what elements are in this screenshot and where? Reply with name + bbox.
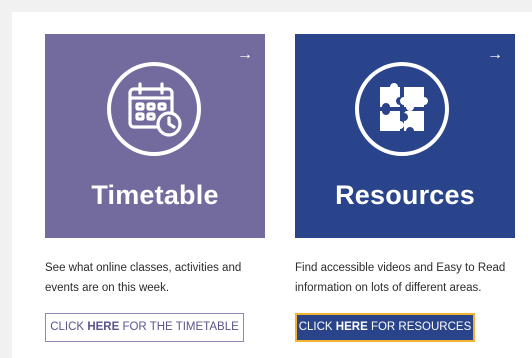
resources-tile[interactable]: → Resources <box>295 34 515 238</box>
content-panel: → Timetable → Resources See what online … <box>12 12 532 358</box>
calendar-clock-icon <box>107 62 201 156</box>
timetable-title: Timetable <box>91 180 219 210</box>
resources-title: Resources <box>335 180 475 210</box>
resources-description: Find accessible videos and Easy to Read … <box>295 262 506 294</box>
button-here: HERE <box>335 321 368 333</box>
resources-button[interactable]: CLICK HERE FOR RESOURCES <box>295 313 475 342</box>
arrow-right-icon: → <box>487 46 503 63</box>
button-here: HERE <box>87 321 120 333</box>
timetable-tile[interactable]: → Timetable <box>45 34 265 238</box>
button-prefix: CLICK <box>298 321 336 333</box>
button-prefix: CLICK <box>50 321 88 333</box>
puzzle-pieces-icon <box>355 62 449 156</box>
timetable-description: See what online classes, activities and … <box>45 262 242 294</box>
button-suffix: FOR RESOURCES <box>367 321 472 333</box>
timetable-button[interactable]: CLICK HERE FOR THE TIMETABLE <box>45 313 244 342</box>
arrow-right-icon: → <box>237 46 253 63</box>
button-suffix: FOR THE TIMETABLE <box>119 321 239 333</box>
